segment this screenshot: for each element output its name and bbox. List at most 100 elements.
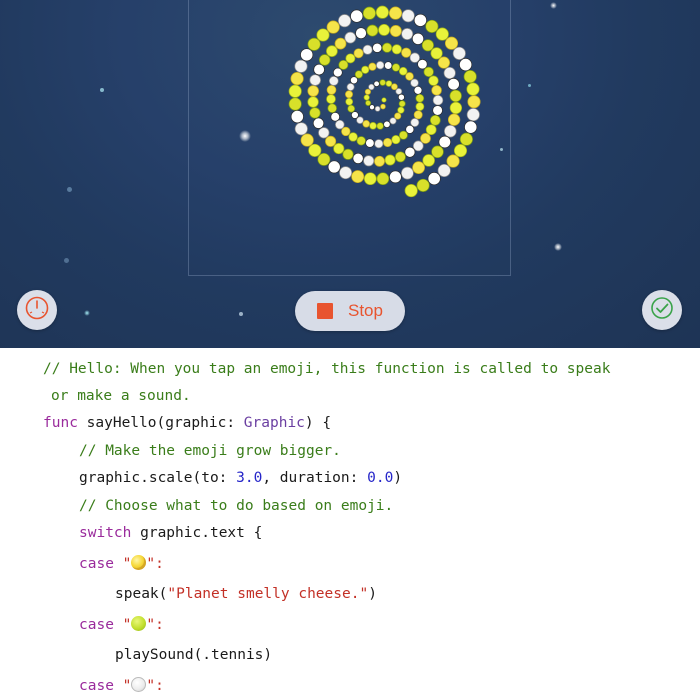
- tennis-emoji[interactable]: [425, 19, 439, 33]
- planet-emoji[interactable]: [290, 72, 304, 86]
- soccer-emoji[interactable]: [350, 9, 364, 23]
- tennis-emoji[interactable]: [356, 136, 366, 146]
- tennis-emoji[interactable]: [463, 70, 477, 84]
- tennis-emoji[interactable]: [362, 6, 376, 20]
- number-literal[interactable]: 3.0: [236, 470, 262, 486]
- soccer-emoji[interactable]: [332, 67, 343, 78]
- planet-emoji[interactable]: [326, 85, 337, 95]
- tennis-emoji[interactable]: [308, 143, 322, 157]
- soccer-emoji[interactable]: [447, 78, 460, 91]
- tennis-emoji[interactable]: [375, 5, 389, 19]
- tennis-emoji[interactable]: [345, 53, 356, 64]
- ball-emoji[interactable]: [401, 166, 414, 180]
- soccer-emoji[interactable]: [411, 32, 425, 45]
- planet-emoji[interactable]: [353, 48, 364, 59]
- tennis-emoji[interactable]: [376, 172, 390, 186]
- ball-emoji[interactable]: [294, 122, 308, 136]
- tennis-emoji[interactable]: [379, 79, 386, 86]
- ball-emoji[interactable]: [339, 166, 353, 180]
- planet-emoji[interactable]: [467, 95, 481, 109]
- soccer-emoji[interactable]: [369, 104, 375, 111]
- planet-emoji[interactable]: [444, 36, 459, 50]
- tennis-emoji[interactable]: [342, 148, 354, 160]
- ball-emoji[interactable]: [368, 83, 375, 91]
- tennis-emoji[interactable]: [345, 97, 354, 106]
- tennis-emoji[interactable]: [385, 80, 393, 87]
- tennis-emoji[interactable]: [307, 96, 319, 108]
- tennis-emoji[interactable]: [398, 66, 408, 76]
- soccer-emoji[interactable]: [432, 105, 443, 116]
- number-literal[interactable]: 0.0: [367, 470, 393, 486]
- planet-emoji[interactable]: [364, 88, 371, 95]
- ball-emoji[interactable]: [374, 105, 381, 112]
- tennis-emoji[interactable]: [317, 152, 331, 166]
- ball-emoji[interactable]: [410, 118, 420, 127]
- planet-emoji[interactable]: [334, 37, 347, 50]
- tennis-emoji[interactable]: [376, 122, 384, 130]
- ball-emoji[interactable]: [443, 66, 456, 80]
- soccer-emoji[interactable]: [459, 58, 473, 72]
- soccer-emoji[interactable]: [312, 117, 325, 129]
- ball-emoji[interactable]: [401, 9, 415, 23]
- tennis-emoji[interactable]: [326, 94, 336, 104]
- ball-emoji[interactable]: [401, 28, 414, 40]
- tennis-emoji[interactable]: [369, 122, 377, 130]
- tennis-emoji[interactable]: [423, 66, 434, 78]
- planet-emoji-icon[interactable]: [131, 555, 147, 570]
- soccer-emoji[interactable]: [427, 172, 441, 186]
- soccer-emoji[interactable]: [383, 120, 391, 128]
- planet-emoji[interactable]: [380, 103, 386, 110]
- ball-emoji[interactable]: [338, 14, 352, 28]
- tennis-emoji[interactable]: [466, 82, 480, 96]
- tennis-emoji[interactable]: [430, 47, 443, 60]
- stop-button[interactable]: Stop: [295, 291, 405, 331]
- ball-emoji[interactable]: [395, 88, 403, 95]
- tennis-emoji[interactable]: [309, 107, 321, 119]
- ball-emoji[interactable]: [344, 31, 357, 44]
- planet-emoji[interactable]: [447, 113, 461, 126]
- tennis-emoji[interactable]: [428, 75, 439, 86]
- tennis-emoji[interactable]: [431, 145, 444, 159]
- planet-emoji[interactable]: [351, 170, 365, 184]
- tennis-emoji[interactable]: [382, 42, 393, 53]
- planet-emoji[interactable]: [431, 85, 442, 96]
- planet-emoji[interactable]: [326, 20, 340, 34]
- ball-emoji[interactable]: [294, 59, 308, 73]
- tennis-emoji[interactable]: [348, 132, 358, 142]
- tennis-emoji[interactable]: [354, 70, 363, 79]
- tennis-emoji[interactable]: [421, 39, 434, 52]
- ball-emoji[interactable]: [409, 52, 420, 63]
- baseball-emoji-icon[interactable]: [131, 677, 147, 692]
- planet-emoji[interactable]: [446, 154, 460, 168]
- tennis-emoji[interactable]: [391, 44, 402, 55]
- soccer-emoji[interactable]: [355, 27, 367, 40]
- soccer-emoji[interactable]: [351, 111, 359, 119]
- tennis-emoji[interactable]: [415, 93, 425, 103]
- planet-emoji[interactable]: [374, 155, 385, 167]
- ball-emoji[interactable]: [437, 163, 451, 178]
- tennis-emoji[interactable]: [398, 130, 408, 140]
- tennis-emoji[interactable]: [435, 27, 449, 41]
- tennis-emoji[interactable]: [338, 59, 349, 70]
- code-editor[interactable]: // Hello: When you tap an emoji, this fu…: [0, 348, 700, 700]
- soccer-emoji[interactable]: [384, 61, 393, 70]
- planet-emoji[interactable]: [391, 83, 398, 91]
- soccer-emoji[interactable]: [413, 13, 427, 27]
- tennis-emoji[interactable]: [326, 45, 338, 57]
- planet-emoji[interactable]: [405, 72, 414, 81]
- tennis-emoji[interactable]: [397, 106, 405, 114]
- planet-emoji[interactable]: [437, 56, 450, 69]
- ball-emoji[interactable]: [309, 74, 321, 86]
- tennis-emoji[interactable]: [378, 23, 391, 36]
- tennis-emoji[interactable]: [316, 28, 330, 42]
- soccer-emoji[interactable]: [413, 85, 423, 95]
- tennis-emoji[interactable]: [365, 100, 372, 106]
- tennis-emoji[interactable]: [318, 54, 331, 66]
- tennis-ball-emoji-icon[interactable]: [131, 616, 147, 631]
- soccer-emoji[interactable]: [372, 42, 383, 53]
- tennis-emoji[interactable]: [327, 103, 337, 113]
- ball-emoji[interactable]: [363, 155, 375, 167]
- planet-emoji[interactable]: [345, 90, 353, 99]
- ball-emoji[interactable]: [432, 94, 444, 106]
- planet-emoji[interactable]: [412, 161, 425, 174]
